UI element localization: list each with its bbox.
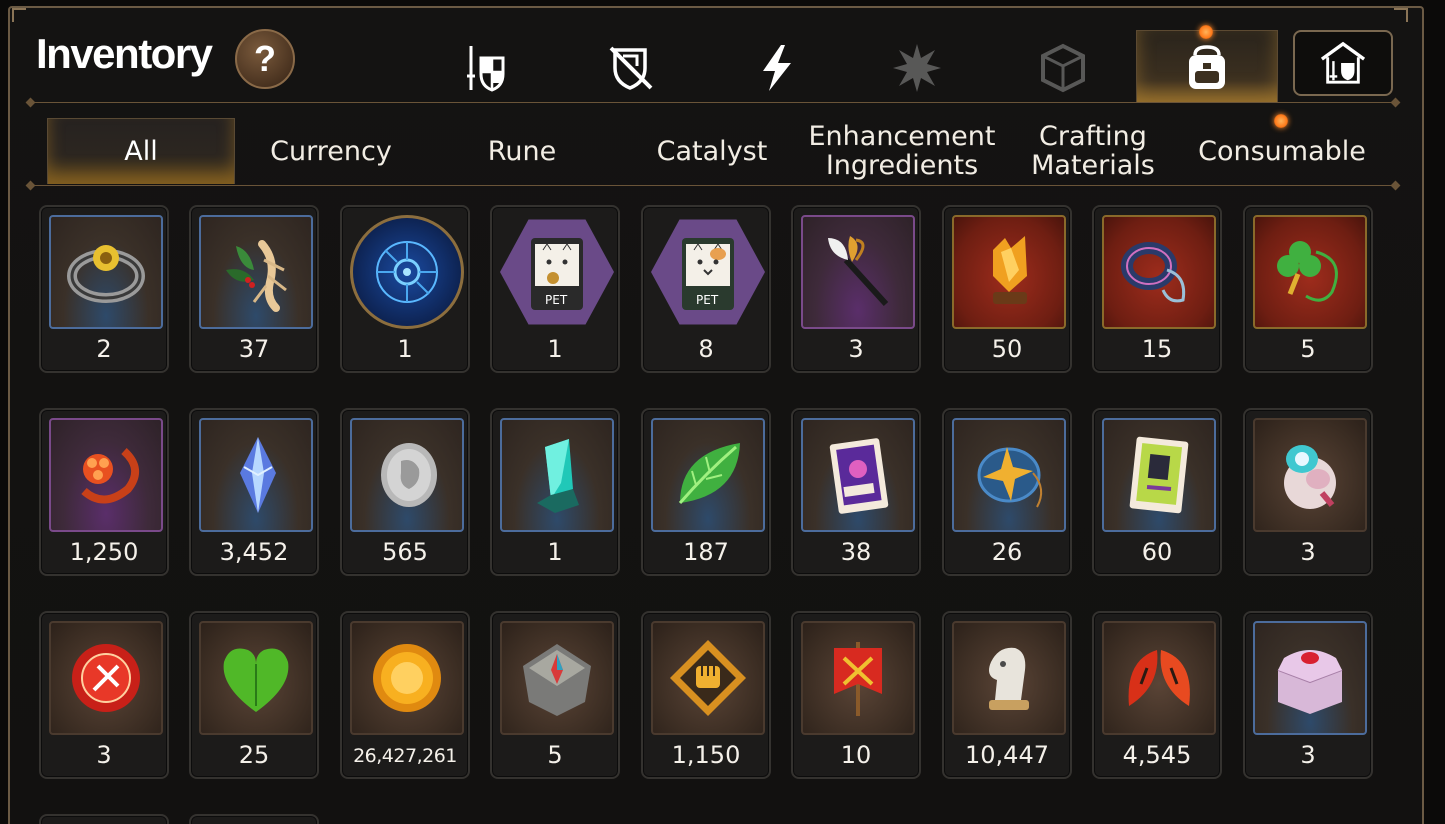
inventory-item[interactable]: 26 <box>942 408 1072 576</box>
item-count: 3 <box>1300 741 1316 769</box>
fist-emblem-icon <box>651 621 765 735</box>
jewel-box-icon <box>1253 621 1367 735</box>
teal-crystal-icon <box>500 418 614 532</box>
inventory-item[interactable]: 3 <box>791 205 921 373</box>
ring-icon <box>49 215 163 329</box>
charm-bracelet-icon <box>1102 215 1216 329</box>
blue-crystal-icon <box>199 418 313 532</box>
item-count: 4,545 <box>1122 741 1192 769</box>
compass-stone-icon <box>500 621 614 735</box>
inventory-item[interactable]: 4,545 <box>1092 611 1222 779</box>
green-heart-icon <box>199 621 313 735</box>
item-count: 37 <box>238 335 270 363</box>
star-pendant-icon <box>952 418 1066 532</box>
inventory-item[interactable]: 26,427,261 <box>340 611 470 779</box>
item-count: 1 <box>547 538 563 566</box>
item-count: 60 <box>1141 538 1173 566</box>
inventory-grid: 2 37 1 PET 1 PET 8 3 50 15 5 1,250 3,452… <box>0 0 1445 824</box>
svg-text:PET: PET <box>696 293 719 307</box>
inventory-item[interactable]: 1 <box>340 205 470 373</box>
inventory-item[interactable] <box>39 814 169 824</box>
inventory-item[interactable]: 5 <box>490 611 620 779</box>
green-leaf-icon <box>651 418 765 532</box>
item-count: 5 <box>1300 335 1316 363</box>
inventory-item[interactable]: 37 <box>189 205 319 373</box>
inventory-item[interactable]: 2 <box>39 205 169 373</box>
inventory-item[interactable]: 15 <box>1092 205 1222 373</box>
red-leaves-icon <box>1102 621 1216 735</box>
silver-coin-icon <box>350 418 464 532</box>
item-count: 25 <box>238 741 270 769</box>
item-count: 2 <box>96 335 112 363</box>
green-card-icon <box>1102 418 1216 532</box>
purple-card-icon <box>801 418 915 532</box>
pet-pack-icon: PET <box>651 219 765 325</box>
item-count: 3 <box>848 335 864 363</box>
inventory-item[interactable]: 3 <box>39 611 169 779</box>
item-count: 565 <box>382 538 428 566</box>
inventory-item[interactable]: 10 <box>791 611 921 779</box>
inventory-item[interactable]: 565 <box>340 408 470 576</box>
item-count: 50 <box>991 335 1023 363</box>
inventory-item[interactable]: 1,250 <box>39 408 169 576</box>
item-count: 10,447 <box>965 741 1049 769</box>
gold-coin-icon <box>350 621 464 735</box>
crystal-trophy-icon <box>952 215 1066 329</box>
item-count: 1,250 <box>69 538 139 566</box>
battle-banner-icon <box>801 621 915 735</box>
inventory-item[interactable]: 1 <box>490 408 620 576</box>
feather-wand-icon <box>801 215 915 329</box>
pet-pack-premium-icon: PET <box>500 219 614 325</box>
robot-egg-icon <box>1253 418 1367 532</box>
item-count: 3 <box>96 741 112 769</box>
item-count: 1 <box>547 335 563 363</box>
inventory-item[interactable]: 3 <box>1243 408 1373 576</box>
item-count: 38 <box>840 538 872 566</box>
inventory-item[interactable]: 50 <box>942 205 1072 373</box>
item-count: 3 <box>1300 538 1316 566</box>
item-count: 187 <box>683 538 729 566</box>
red-badge-icon <box>49 621 163 735</box>
item-count: 26,427,261 <box>353 745 457 767</box>
inventory-item[interactable]: 3,452 <box>189 408 319 576</box>
inventory-item[interactable]: 10,447 <box>942 611 1072 779</box>
item-count: 1,150 <box>671 741 741 769</box>
chess-knight-icon <box>952 621 1066 735</box>
inventory-item[interactable]: 60 <box>1092 408 1222 576</box>
ginseng-root-icon <box>199 215 313 329</box>
inventory-item[interactable]: PET 8 <box>641 205 771 373</box>
flower-ring-icon <box>49 418 163 532</box>
item-count: 5 <box>547 741 563 769</box>
item-count: 8 <box>698 335 714 363</box>
svg-text:PET: PET <box>545 293 568 307</box>
item-count: 10 <box>840 741 872 769</box>
inventory-item[interactable]: 38 <box>791 408 921 576</box>
inventory-item[interactable] <box>189 814 319 824</box>
inventory-item[interactable]: 3 <box>1243 611 1373 779</box>
item-count: 15 <box>1141 335 1173 363</box>
inventory-item[interactable]: 187 <box>641 408 771 576</box>
item-count: 1 <box>397 335 413 363</box>
blue-rune-orb-icon <box>350 215 464 329</box>
inventory-item[interactable]: 25 <box>189 611 319 779</box>
item-count: 26 <box>991 538 1023 566</box>
inventory-item[interactable]: 5 <box>1243 205 1373 373</box>
inventory-item[interactable]: PET 1 <box>490 205 620 373</box>
clover-necklace-icon <box>1253 215 1367 329</box>
item-count: 3,452 <box>219 538 289 566</box>
inventory-item[interactable]: 1,150 <box>641 611 771 779</box>
